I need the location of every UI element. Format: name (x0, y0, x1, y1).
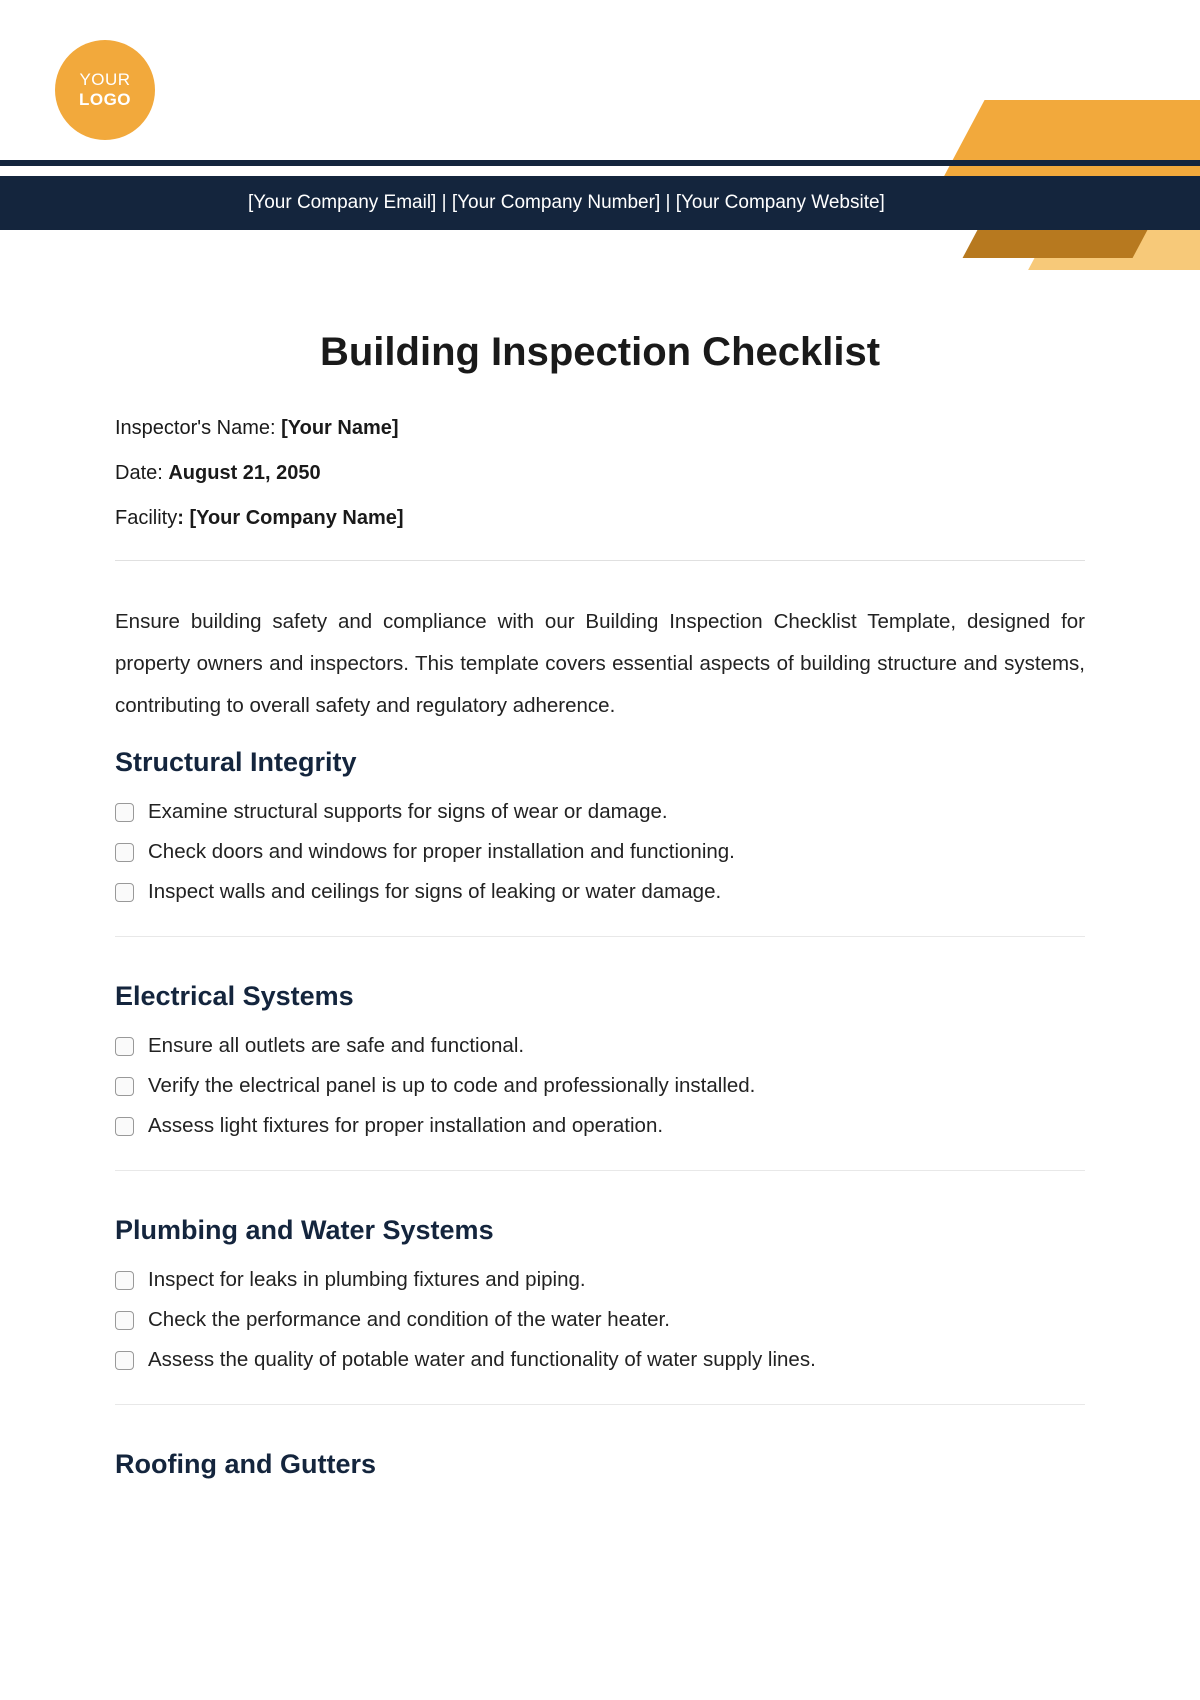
checklist-text: Verify the electrical panel is up to cod… (148, 1074, 755, 1098)
logo-line2: LOGO (79, 90, 131, 109)
checkbox-icon[interactable] (115, 1077, 134, 1096)
checklist-item: Inspect for leaks in plumbing fixtures a… (115, 1268, 1085, 1292)
section-heading-0: Structural Integrity (115, 747, 1085, 778)
logo-line1: YOUR (79, 70, 130, 89)
checklist-item: Assess the quality of potable water and … (115, 1348, 1085, 1372)
checklist-text: Assess light fixtures for proper install… (148, 1114, 663, 1138)
section-heading-1: Electrical Systems (115, 981, 1085, 1012)
meta-inspector-label: Inspector's Name: (115, 417, 281, 439)
meta-facility-sep: : (177, 507, 189, 529)
meta-divider (115, 560, 1085, 561)
checklist-text: Assess the quality of potable water and … (148, 1348, 816, 1372)
intro-paragraph: Ensure building safety and compliance wi… (115, 601, 1085, 727)
page-title: Building Inspection Checklist (115, 330, 1085, 375)
checkbox-icon[interactable] (115, 1351, 134, 1370)
checklist-text: Inspect for leaks in plumbing fixtures a… (148, 1268, 586, 1292)
checklist-2: Inspect for leaks in plumbing fixtures a… (115, 1268, 1085, 1372)
checkbox-icon[interactable] (115, 1271, 134, 1290)
header-thin-rule (0, 160, 1200, 166)
section-divider (115, 936, 1085, 937)
checkbox-icon[interactable] (115, 1037, 134, 1056)
checklist-text: Check doors and windows for proper insta… (148, 840, 735, 864)
meta-date-value: August 21, 2050 (168, 462, 320, 484)
section-heading-3: Roofing and Gutters (115, 1449, 1085, 1480)
checklist-text: Ensure all outlets are safe and function… (148, 1034, 524, 1058)
meta-inspector: Inspector's Name: [Your Name] (115, 417, 1085, 440)
header-contact-bar: [Your Company Email] | [Your Company Num… (0, 176, 1200, 230)
section-heading-2: Plumbing and Water Systems (115, 1215, 1085, 1246)
checkbox-icon[interactable] (115, 803, 134, 822)
checklist-item: Check the performance and condition of t… (115, 1308, 1085, 1332)
checklist-text: Inspect walls and ceilings for signs of … (148, 880, 721, 904)
checkbox-icon[interactable] (115, 883, 134, 902)
checklist-item: Check doors and windows for proper insta… (115, 840, 1085, 864)
meta-facility-label: Facility (115, 507, 177, 529)
checklist-item: Ensure all outlets are safe and function… (115, 1034, 1085, 1058)
checklist-text: Examine structural supports for signs of… (148, 800, 668, 824)
meta-facility: Facility: [Your Company Name] (115, 507, 1085, 530)
checklist-1: Ensure all outlets are safe and function… (115, 1034, 1085, 1138)
checklist-item: Inspect walls and ceilings for signs of … (115, 880, 1085, 904)
logo-placeholder: YOUR LOGO (55, 40, 155, 140)
meta-date: Date: August 21, 2050 (115, 462, 1085, 485)
header-shape-brown (963, 230, 1148, 258)
section-divider (115, 1404, 1085, 1405)
meta-inspector-value: [Your Name] (281, 417, 398, 439)
checkbox-icon[interactable] (115, 843, 134, 862)
checklist-0: Examine structural supports for signs of… (115, 800, 1085, 904)
header-contact-text: [Your Company Email] | [Your Company Num… (248, 192, 885, 214)
checkbox-icon[interactable] (115, 1311, 134, 1330)
meta-date-label: Date: (115, 462, 168, 484)
meta-facility-value: [Your Company Name] (189, 507, 403, 529)
checklist-item: Verify the electrical panel is up to cod… (115, 1074, 1085, 1098)
checklist-text: Check the performance and condition of t… (148, 1308, 670, 1332)
checklist-item: Assess light fixtures for proper install… (115, 1114, 1085, 1138)
checklist-item: Examine structural supports for signs of… (115, 800, 1085, 824)
checkbox-icon[interactable] (115, 1117, 134, 1136)
document-content: Building Inspection Checklist Inspector'… (115, 330, 1085, 1502)
section-divider (115, 1170, 1085, 1171)
